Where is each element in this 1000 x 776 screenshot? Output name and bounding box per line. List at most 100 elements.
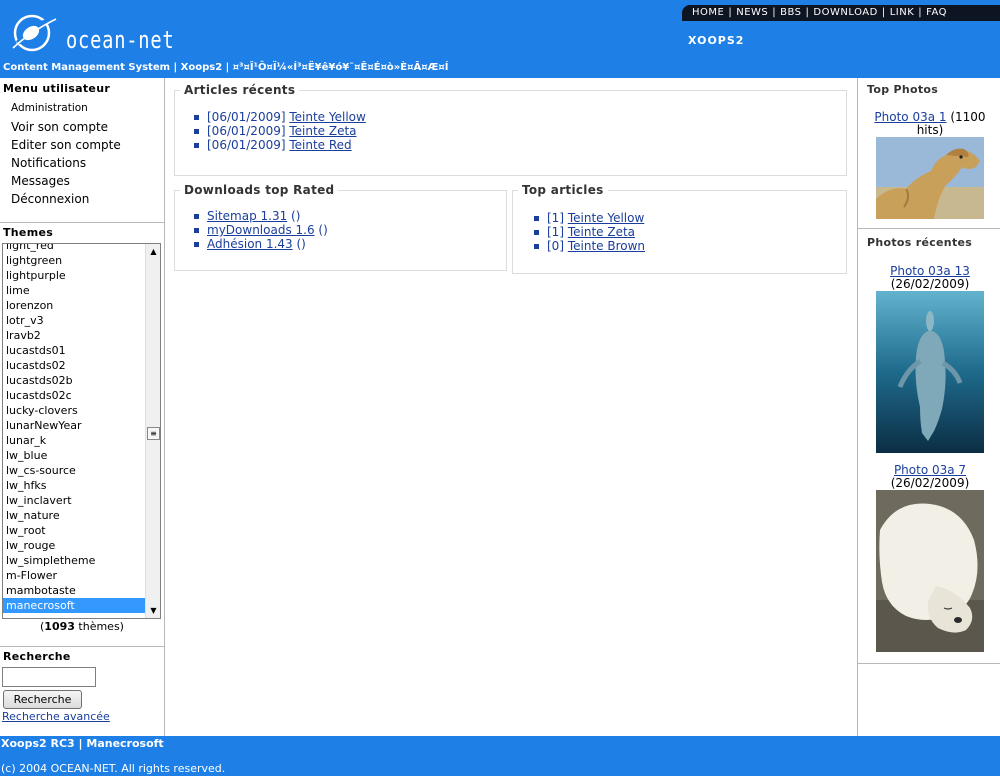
nav-news[interactable]: NEWS xyxy=(736,7,768,18)
polar-bear-photo[interactable] xyxy=(876,490,984,652)
list-item: myDownloads 1.6 () xyxy=(191,223,506,237)
theme-option[interactable]: lw_root xyxy=(3,523,147,538)
theme-option[interactable]: lw_blue xyxy=(3,448,147,463)
menu-item-administration[interactable]: Administration xyxy=(0,98,164,118)
theme-option[interactable]: lotr_v3 xyxy=(3,313,147,328)
theme-options: light_red lightgreen lightpurple lime lorenz… xyxy=(3,244,147,613)
dolphin-image xyxy=(876,291,984,453)
nav-download[interactable]: DOWNLOAD xyxy=(813,7,877,18)
theme-option[interactable]: manecrosoft xyxy=(3,598,147,613)
divider xyxy=(0,222,164,223)
download-link[interactable]: Sitemap 1.31 xyxy=(207,209,287,223)
themes-count-number: 1093 xyxy=(44,620,75,633)
photo-caption: Photo 03a 13 (26/02/2009) xyxy=(890,264,970,291)
list-item: Adhésion 1.43 () xyxy=(191,237,506,251)
download-link[interactable]: myDownloads 1.6 xyxy=(207,223,315,237)
theme-list-scrollbar[interactable]: ▲ ≡ ▼ xyxy=(145,244,160,618)
list-item: [1] Teinte Zeta xyxy=(531,225,846,239)
divider xyxy=(0,646,164,647)
menu-item-notifications[interactable]: Notifications xyxy=(0,154,164,172)
footer-credits: Xoops2 RC3 | Manecrosoft xyxy=(1,737,164,750)
nav-bbs[interactable]: BBS xyxy=(780,7,801,18)
article-link[interactable]: Teinte Zeta xyxy=(568,225,635,239)
photo-caption: Photo 03a 1 (1100 hits) xyxy=(874,110,986,137)
menu-item-messages[interactable]: Messages xyxy=(0,172,164,190)
theme-option[interactable]: lightgreen xyxy=(3,253,147,268)
top-articles-list: [1] Teinte Yellow [1] Teinte Zeta [0] Te… xyxy=(513,211,846,253)
theme-option[interactable]: lucastds02c xyxy=(3,388,147,403)
nav-link[interactable]: LINK xyxy=(890,7,915,18)
list-item: [06/01/2009] Teinte Zeta xyxy=(191,124,846,138)
recent-articles-list: [06/01/2009] Teinte Yellow [06/01/2009] … xyxy=(175,110,846,152)
article-link[interactable]: Teinte Brown xyxy=(568,239,645,253)
theme-option[interactable]: lorenzon xyxy=(3,298,147,313)
photo-link[interactable]: Photo 03a 13 xyxy=(890,264,970,278)
scroll-thumb[interactable]: ≡ xyxy=(147,427,160,440)
site-name: XOOPS2 xyxy=(688,34,745,47)
dolphin-photo[interactable] xyxy=(876,291,984,453)
theme-option[interactable]: lucastds01 xyxy=(3,343,147,358)
theme-option[interactable]: lime xyxy=(3,283,147,298)
article-link[interactable]: Teinte Zeta xyxy=(289,124,356,138)
theme-option[interactable]: lunarNewYear xyxy=(3,418,147,433)
search-button[interactable]: Recherche xyxy=(3,690,82,709)
site-footer: Xoops2 RC3 | Manecrosoft (c) 2004 OCEAN-… xyxy=(0,736,1000,776)
theme-option[interactable]: lightpurple xyxy=(3,268,147,283)
theme-option[interactable]: m-Flower xyxy=(3,568,147,583)
list-item: Sitemap 1.31 () xyxy=(191,209,506,223)
theme-option[interactable]: lravb2 xyxy=(3,328,147,343)
menu-item-view-account[interactable]: Voir son compte xyxy=(0,118,164,136)
divider xyxy=(858,228,1000,229)
camel-photo[interactable] xyxy=(876,137,984,219)
photo-link[interactable]: Photo 03a 1 xyxy=(874,110,946,124)
download-link[interactable]: Adhésion 1.43 xyxy=(207,237,293,251)
menu-item-edit-account[interactable]: Editer son compte xyxy=(0,136,164,154)
article-link[interactable]: Teinte Yellow xyxy=(289,110,365,124)
nav-faq[interactable]: FAQ xyxy=(926,7,947,18)
photo-caption: Photo 03a 7 (26/02/2009) xyxy=(890,463,970,490)
nav-home[interactable]: HOME xyxy=(692,7,724,18)
list-item: [1] Teinte Yellow xyxy=(531,211,846,225)
list-item: [06/01/2009] Teinte Yellow xyxy=(191,110,846,124)
theme-option[interactable]: lw_nature xyxy=(3,508,147,523)
downloads-top-rated-title: Downloads top Rated xyxy=(184,183,335,197)
article-link[interactable]: Teinte Yellow xyxy=(568,211,644,225)
scroll-down-arrow-icon[interactable]: ▼ xyxy=(148,605,159,616)
theme-option[interactable]: lw_simpletheme xyxy=(3,553,147,568)
article-link[interactable]: Teinte Red xyxy=(289,138,351,152)
theme-option[interactable]: lw_cs-source xyxy=(3,463,147,478)
downloads-list: Sitemap 1.31 () myDownloads 1.6 () Adhés… xyxy=(175,209,506,251)
ocean-net-logo-icon xyxy=(12,14,57,52)
theme-option[interactable]: lw_rouge xyxy=(3,538,147,553)
theme-select-list[interactable]: light_red lightgreen lightpurple lime lorenz… xyxy=(2,243,161,619)
logo-text: ocean-net xyxy=(66,26,175,54)
site-header: ocean-net HOME | NEWS | BBS | DOWNLOAD | LINK | FA… xyxy=(0,0,1000,78)
theme-option[interactable]: lw_hfks xyxy=(3,478,147,493)
list-item: [06/01/2009] Teinte Red xyxy=(191,138,846,152)
theme-option[interactable]: mambotaste xyxy=(3,583,147,598)
search-input[interactable] xyxy=(2,667,96,687)
recent-photos-title: Photos récentes xyxy=(867,236,973,249)
theme-option[interactable]: lunar_k xyxy=(3,433,147,448)
scroll-up-arrow-icon[interactable]: ▲ xyxy=(148,246,159,257)
top-photos-title: Top Photos xyxy=(867,83,939,96)
theme-option[interactable]: lucastds02b xyxy=(3,373,147,388)
list-item: [0] Teinte Brown xyxy=(531,239,846,253)
menu-item-logout[interactable]: Déconnexion xyxy=(0,190,164,208)
site-logo[interactable]: ocean-net xyxy=(10,12,174,54)
breadcrumb: Content Management System | Xoops2 | ¤³¤… xyxy=(3,62,449,73)
recent-articles-title: Articles récents xyxy=(184,83,296,97)
theme-option[interactable]: light_red xyxy=(3,244,147,253)
theme-option[interactable]: lucastds02 xyxy=(3,358,147,373)
advanced-search-link[interactable]: Recherche avancée xyxy=(2,710,110,723)
theme-option[interactable]: lw_inclavert xyxy=(3,493,147,508)
main-content: Articles récents [06/01/2009] Teinte Yel… xyxy=(166,78,856,736)
top-articles-title: Top articles xyxy=(522,183,604,197)
divider xyxy=(858,663,1000,664)
photo-link[interactable]: Photo 03a 7 xyxy=(894,463,966,477)
theme-option[interactable]: lucky-clovers xyxy=(3,403,147,418)
search-title: Recherche xyxy=(3,650,71,663)
themes-title: Themes xyxy=(3,226,54,239)
top-articles-block: Top articles [1] Teinte Yellow [1] Teint… xyxy=(512,183,847,274)
user-menu-block: Menu utilisateur Administration Voir son… xyxy=(0,82,164,208)
